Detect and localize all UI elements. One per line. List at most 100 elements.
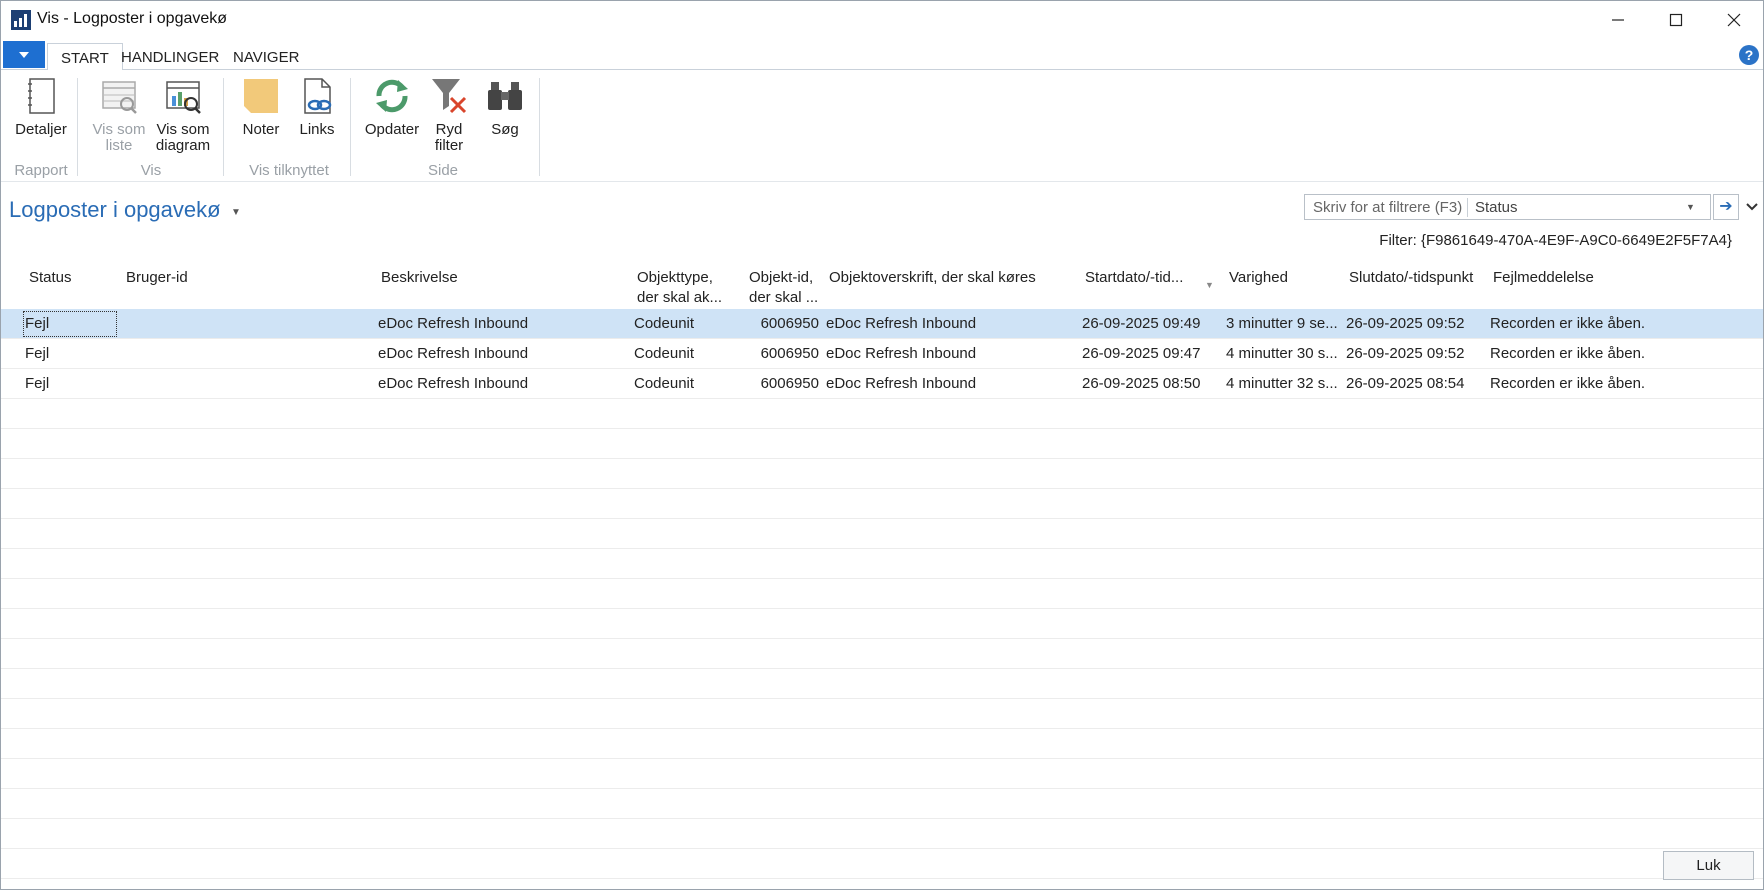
cell-end[interactable]: 26-09-2025 09:52 (1346, 345, 1464, 362)
cell-object-id[interactable]: 6006950 (741, 315, 819, 332)
arrow-right-icon: ➔ (1719, 198, 1733, 215)
cell-error[interactable]: Recorden er ikke åben. (1490, 345, 1645, 362)
help-icon[interactable]: ? (1739, 45, 1759, 65)
clear-filter-label-1: Ryd (435, 121, 463, 138)
filter-input[interactable]: Skriv for at filtrere (F3) (1313, 199, 1462, 216)
notes-button[interactable]: Noter (237, 76, 285, 138)
group-label-attached: Vis tilknyttet (249, 162, 329, 179)
cell-description[interactable]: eDoc Refresh Inbound (378, 345, 528, 362)
empty-row (1, 729, 1763, 759)
column-header-object-id[interactable]: Objekt-id, der skal ... (749, 268, 818, 308)
column-header-duration[interactable]: Varighed (1229, 268, 1288, 288)
clear-filter-button[interactable]: Ryd filter (425, 76, 473, 154)
minimize-button[interactable] (1589, 1, 1647, 39)
cell-end[interactable]: 26-09-2025 08:54 (1346, 375, 1464, 392)
details-label: Detaljer (15, 121, 67, 138)
ribbon-separator (77, 78, 78, 176)
search-button[interactable]: Søg (481, 76, 529, 138)
tab-naviger[interactable]: NAVIGER (220, 43, 312, 71)
caret-down-icon (19, 51, 29, 58)
empty-row (1, 759, 1763, 789)
cell-description[interactable]: eDoc Refresh Inbound (378, 315, 528, 332)
column-header-description[interactable]: Beskrivelse (381, 268, 458, 288)
app-menu-button[interactable] (3, 41, 45, 68)
cell-start[interactable]: 26-09-2025 08:50 (1082, 375, 1200, 392)
ribbon-separator (539, 78, 540, 176)
filter-divider (1467, 198, 1468, 217)
view-as-chart-button[interactable]: Vis som diagram (151, 76, 215, 154)
cell-object-type[interactable]: Codeunit (634, 345, 694, 362)
chart-view-icon (166, 81, 201, 114)
cell-start[interactable]: 26-09-2025 09:47 (1082, 345, 1200, 362)
cell-status[interactable]: Fejl (25, 345, 49, 362)
empty-row (1, 459, 1763, 489)
log-entries-table: Status Bruger-id Beskrivelse Objekttype,… (1, 263, 1763, 879)
column-header-object-caption[interactable]: Objektoverskrift, der skal køres (829, 268, 1036, 288)
cell-object-caption[interactable]: eDoc Refresh Inbound (826, 375, 976, 392)
cell-description[interactable]: eDoc Refresh Inbound (378, 375, 528, 392)
empty-row (1, 519, 1763, 549)
cell-error[interactable]: Recorden er ikke åben. (1490, 315, 1645, 332)
empty-row (1, 699, 1763, 729)
object-type-header-line-2: der skal ak... (637, 289, 723, 306)
empty-row (1, 429, 1763, 459)
document-icon (28, 78, 55, 114)
cell-end[interactable]: 26-09-2025 09:52 (1346, 315, 1464, 332)
filter-box[interactable]: Skriv for at filtrere (F3) Status ▼ (1304, 194, 1711, 220)
close-window-button[interactable] (1705, 1, 1763, 39)
sticky-note-icon (244, 79, 278, 113)
empty-row (1, 579, 1763, 609)
filter-go-button[interactable]: ➔ (1713, 194, 1739, 220)
table-row[interactable]: Fejl eDoc Refresh Inbound Codeunit 60069… (1, 369, 1763, 399)
column-header-user-id[interactable]: Bruger-id (126, 268, 188, 288)
collapse-chevron-icon[interactable] (1743, 198, 1761, 216)
minimize-icon (1612, 19, 1624, 21)
cell-error[interactable]: Recorden er ikke åben. (1490, 375, 1645, 392)
object-id-header-line-1: Objekt-id, (749, 269, 814, 286)
tab-handlinger[interactable]: HANDLINGER (108, 43, 232, 71)
cell-object-caption[interactable]: eDoc Refresh Inbound (826, 345, 976, 362)
title-bar: Vis - Logposter i opgavekø (1, 1, 1763, 39)
sort-descending-icon: ▼ (1205, 280, 1214, 290)
cell-status[interactable]: Fejl (25, 375, 49, 392)
app-logo-icon (11, 10, 31, 30)
table-row[interactable]: Fejl eDoc Refresh Inbound Codeunit 60069… (1, 309, 1763, 339)
page-title[interactable]: Logposter i opgavekø (9, 197, 221, 223)
view-as-list-button[interactable]: Vis som liste (87, 76, 151, 154)
maximize-button[interactable] (1647, 1, 1705, 39)
column-header-start[interactable]: Startdato/-tid... (1085, 268, 1183, 288)
clear-filter-label-2: filter (434, 137, 464, 154)
empty-row (1, 789, 1763, 819)
cell-duration[interactable]: 3 minutter 9 se... (1226, 315, 1338, 332)
link-document-icon (304, 78, 332, 114)
column-header-end[interactable]: Slutdato/-tidspunkt (1349, 268, 1473, 288)
cell-duration[interactable]: 4 minutter 32 s... (1226, 375, 1338, 392)
column-header-object-type[interactable]: Objekttype, der skal ak... (637, 268, 722, 308)
close-button[interactable]: Luk (1663, 851, 1754, 880)
view-as-list-label-1: Vis som (92, 121, 146, 138)
cell-start[interactable]: 26-09-2025 09:49 (1082, 315, 1200, 332)
search-label: Søg (491, 121, 519, 138)
empty-row (1, 399, 1763, 429)
links-label: Links (299, 121, 335, 138)
filter-description: Filter: {F9861649-470A-4E9F-A9C0-6649E2F… (1379, 232, 1732, 249)
cell-object-caption[interactable]: eDoc Refresh Inbound (826, 315, 976, 332)
chevron-down-icon[interactable]: ▼ (1686, 202, 1695, 212)
details-button[interactable]: Detaljer (11, 76, 71, 138)
cell-object-id[interactable]: 6006950 (741, 345, 819, 362)
table-body: Fejl eDoc Refresh Inbound Codeunit 60069… (1, 309, 1763, 879)
column-header-error[interactable]: Fejlmeddelelse (1493, 268, 1594, 288)
cell-status[interactable]: Fejl (25, 315, 49, 332)
filter-field-select[interactable]: Status (1475, 199, 1518, 216)
notes-label: Noter (242, 121, 280, 138)
caret-down-icon[interactable]: ▼ (231, 207, 241, 218)
cell-duration[interactable]: 4 minutter 30 s... (1226, 345, 1338, 362)
column-header-status[interactable]: Status (29, 268, 72, 288)
links-button[interactable]: Links (293, 76, 341, 138)
cell-object-type[interactable]: Codeunit (634, 315, 694, 332)
close-icon (1727, 13, 1741, 27)
cell-object-id[interactable]: 6006950 (741, 375, 819, 392)
table-row[interactable]: Fejl eDoc Refresh Inbound Codeunit 60069… (1, 339, 1763, 369)
refresh-button[interactable]: Opdater (359, 76, 425, 138)
cell-object-type[interactable]: Codeunit (634, 375, 694, 392)
